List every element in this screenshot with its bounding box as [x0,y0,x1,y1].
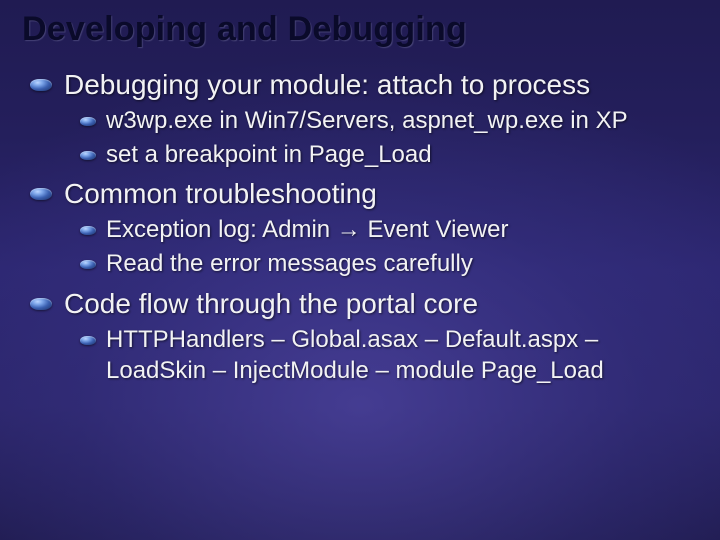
heading-text: Common troubleshooting [64,176,377,211]
slide-title: Developing and Debugging [22,10,698,49]
list-item: set a breakpoint in Page_Load [80,140,698,171]
list-item: HTTPHandlers – Global.asax – Default.asp… [80,325,698,386]
list-item: Exception log: Admin → Event Viewer [80,215,698,246]
bullet-icon [80,117,96,126]
bullet-icon [80,336,96,345]
slide: Developing and Debugging Debugging your … [0,0,720,540]
bullet-icon [30,298,52,310]
bullet-icon [80,226,96,235]
section-heading: Code flow through the portal core [30,286,698,321]
bullet-icon [80,260,96,269]
list-item: w3wp.exe in Win7/Servers, aspnet_wp.exe … [80,106,698,137]
list-item: Read the error messages carefully [80,249,698,280]
item-text: HTTPHandlers – Global.asax – Default.asp… [106,325,698,386]
section-heading: Debugging your module: attach to process [30,67,698,102]
item-text: w3wp.exe in Win7/Servers, aspnet_wp.exe … [106,106,628,137]
heading-text: Code flow through the portal core [64,286,478,321]
item-text: Read the error messages carefully [106,249,473,280]
heading-text: Debugging your module: attach to process [64,67,590,102]
item-text: set a breakpoint in Page_Load [106,140,432,171]
bullet-icon [30,188,52,200]
section-heading: Common troubleshooting [30,176,698,211]
bullet-icon [80,151,96,160]
bullet-icon [30,79,52,91]
item-text: Exception log: Admin → Event Viewer [106,215,508,246]
